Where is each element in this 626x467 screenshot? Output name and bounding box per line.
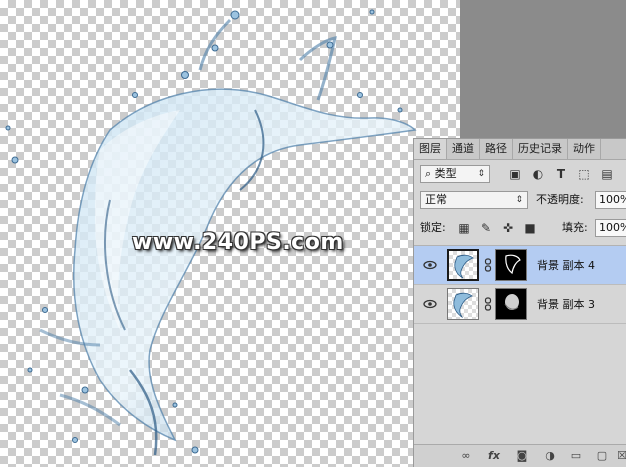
fx-icon[interactable]: fx	[486, 448, 502, 464]
tab-history[interactable]: 历史记录	[513, 139, 568, 159]
group-folder-icon[interactable]: ▭	[568, 448, 584, 464]
filter-row: ⌕ 类型 ⇕ ▣ ◐ T ⬚ ▤	[414, 163, 626, 185]
document-canvas[interactable]: www.240PS.com	[0, 0, 460, 467]
tab-channels[interactable]: 通道	[447, 139, 480, 159]
layers-list: 背景 副本 4 背景 副本 3	[414, 245, 626, 396]
filter-kind-select[interactable]: ⌕ 类型 ⇕	[420, 165, 490, 183]
filter-kind-value: 类型	[434, 167, 457, 180]
opacity-input[interactable]: 100%	[595, 191, 626, 209]
layer-name[interactable]: 背景 副本 4	[537, 257, 595, 273]
trash-icon[interactable]: ☒	[614, 448, 626, 464]
tab-actions[interactable]: 动作	[568, 139, 601, 159]
new-layer-icon[interactable]: ▢	[594, 448, 610, 464]
layer-name[interactable]: 背景 副本 3	[537, 296, 595, 312]
updown-arrow-icon: ⇕	[515, 195, 523, 205]
eye-icon[interactable]	[422, 296, 438, 312]
fx-label: fx	[488, 449, 500, 462]
blend-mode-value: 正常	[425, 193, 447, 206]
adjustment-filter-icon[interactable]: ◐	[530, 166, 546, 182]
mask-icon[interactable]: ◙	[514, 448, 530, 464]
panel-tabs: 图层 通道 路径 历史记录 动作	[414, 139, 626, 160]
chain-link-icon[interactable]	[484, 297, 492, 311]
layer-row[interactable]: 背景 副本 3	[414, 285, 626, 324]
blend-mode-select[interactable]: 正常 ⇕	[420, 191, 528, 209]
lock-label: 锁定:	[420, 221, 446, 234]
fill-input[interactable]: 100%	[595, 219, 626, 237]
updown-arrow-icon: ⇕	[477, 169, 485, 179]
eye-icon[interactable]	[422, 257, 438, 273]
link-icon[interactable]: ∞	[458, 448, 474, 464]
shape-filter-icon[interactable]: ⬚	[576, 166, 592, 182]
chain-link-icon[interactable]	[484, 258, 492, 272]
layer-row[interactable]: 背景 副本 4	[414, 246, 626, 285]
tab-layers[interactable]: 图层	[414, 139, 447, 159]
blend-row: 正常 ⇕ 不透明度: 100%	[414, 190, 626, 212]
layers-panel: 图层 通道 路径 历史记录 动作 ⌕ 类型 ⇕ ▣ ◐ T ⬚ ▤ 正常 ⇕ 不…	[413, 138, 626, 467]
layer-thumbnail[interactable]	[447, 249, 479, 281]
tab-paths[interactable]: 路径	[480, 139, 513, 159]
watermark-text: www.240PS.com	[132, 230, 344, 255]
lock-row: 锁定: ▦ ✎ ✜ ■ 填充: 100%	[414, 218, 626, 240]
lock-all-icon[interactable]: ■	[522, 220, 538, 236]
search-icon: ⌕	[425, 167, 432, 180]
layer-mask-thumbnail[interactable]	[495, 249, 527, 281]
lock-position-icon[interactable]: ✜	[500, 220, 516, 236]
lock-paint-icon[interactable]: ✎	[478, 220, 494, 236]
smart-object-filter-icon[interactable]: ▤	[599, 166, 615, 182]
layer-thumbnail[interactable]	[447, 288, 479, 320]
layer-mask-thumbnail[interactable]	[495, 288, 527, 320]
adjustment-icon[interactable]: ◑	[542, 448, 558, 464]
panel-bottom-bar: ∞ fx ◙ ◑ ▭ ▢ ☒	[414, 444, 626, 467]
image-filter-icon[interactable]: ▣	[507, 166, 523, 182]
type-filter-icon[interactable]: T	[553, 166, 569, 182]
opacity-label: 不透明度:	[536, 193, 584, 206]
fill-label: 填充:	[562, 221, 588, 234]
lock-transparent-icon[interactable]: ▦	[456, 220, 472, 236]
